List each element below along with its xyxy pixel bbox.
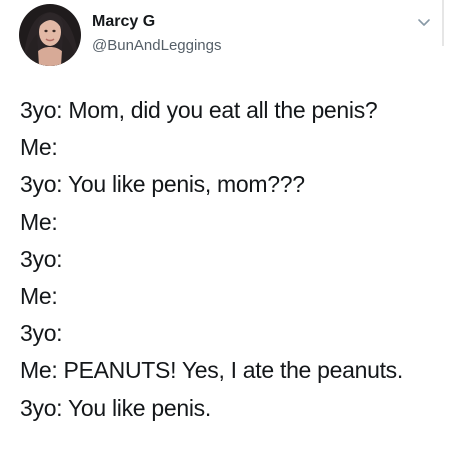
tweet-line: Me: (20, 283, 58, 310)
tweet-line: Me: (20, 208, 58, 235)
avatar-photo (19, 4, 81, 66)
author-handle[interactable]: @BunAndLeggings (92, 36, 222, 56)
tweet-line: 3yo: You like penis. (20, 394, 211, 421)
tweet-line: 3yo: (20, 245, 63, 272)
chevron-down-icon[interactable] (414, 12, 434, 32)
author-display-name[interactable]: Marcy G (92, 12, 155, 32)
scrollbar[interactable] (442, 0, 444, 46)
avatar[interactable] (19, 4, 81, 66)
tweet-line: 3yo: Mom, did you eat all the penis? (20, 97, 378, 123)
tweet-line: Me: PEANUTS! Yes, I ate the peanuts. (20, 357, 403, 384)
tweet-text: 3yo: Mom, did you eat all the penis? Me:… (20, 92, 445, 427)
tweet-line: 3yo: You like penis, mom??? (20, 171, 305, 198)
tweet-line: 3yo: (20, 320, 63, 347)
tweet-line: Me: (20, 134, 58, 161)
tweet-card: Marcy G @BunAndLeggings 3yo: Mom, did yo… (0, 0, 451, 450)
